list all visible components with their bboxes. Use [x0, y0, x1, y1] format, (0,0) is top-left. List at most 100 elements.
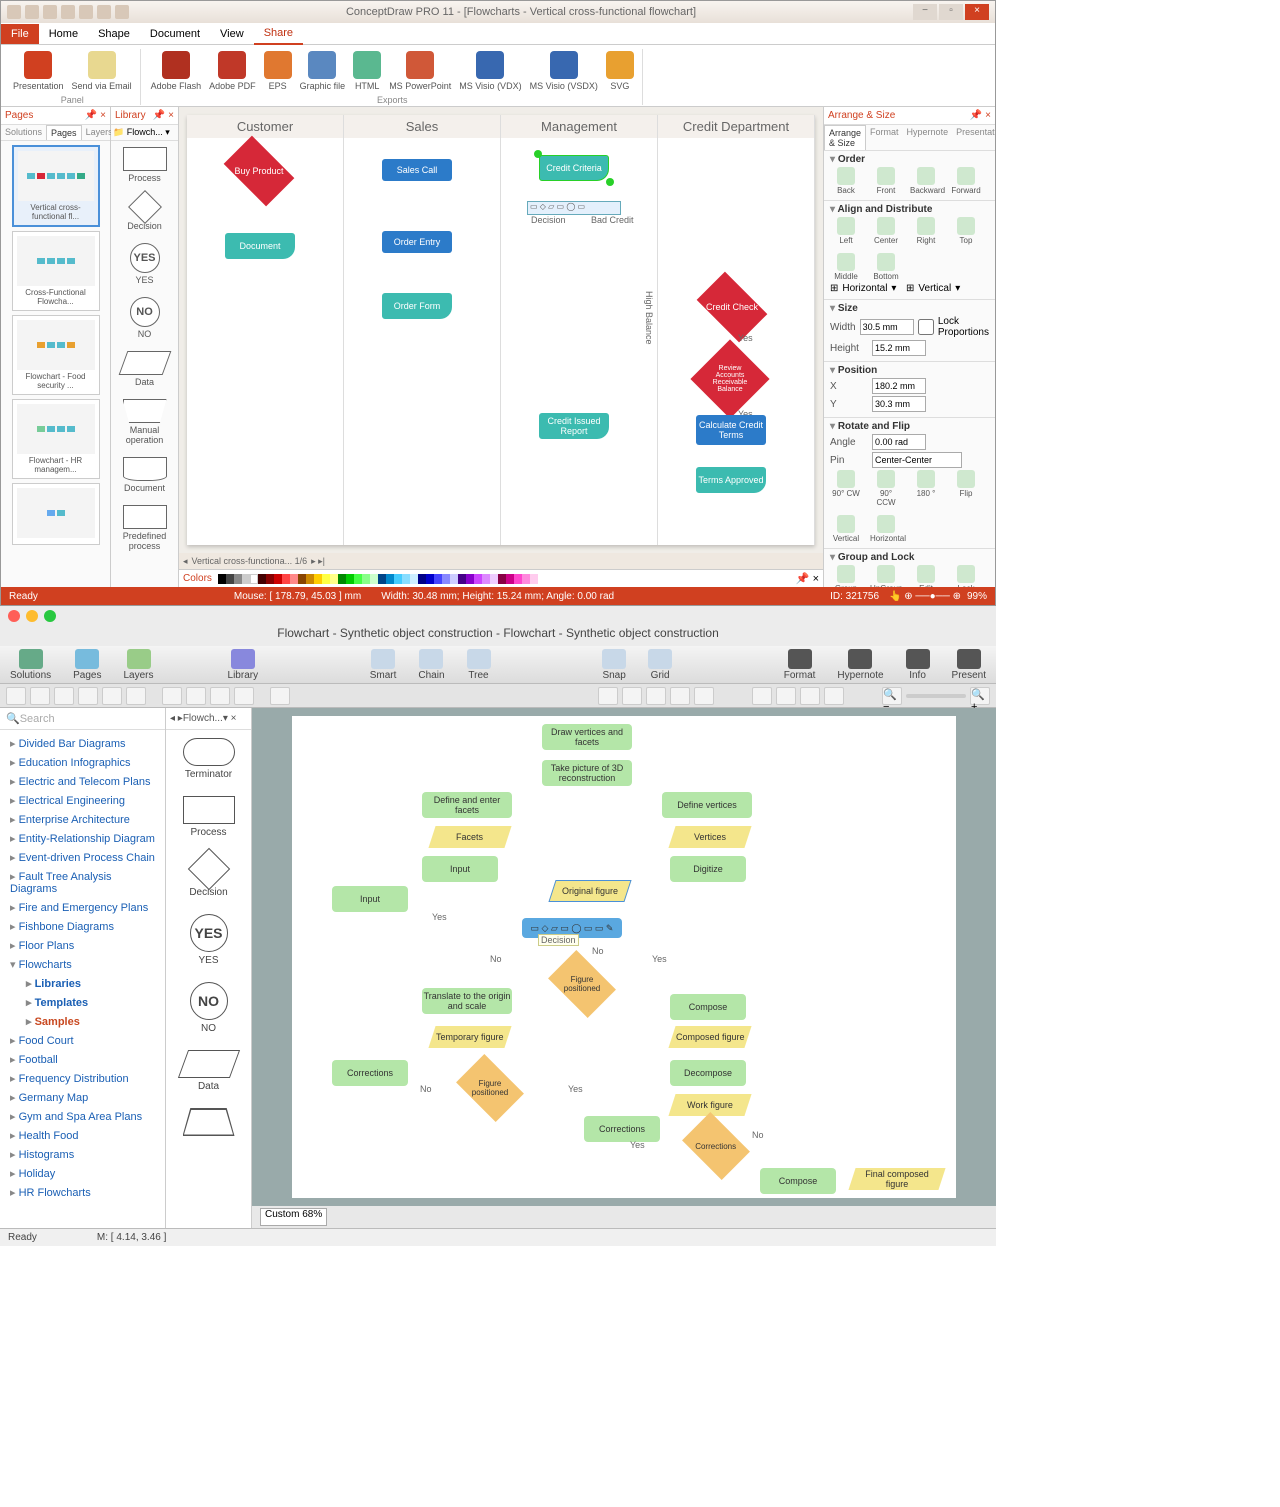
- tree-item[interactable]: Electrical Engineering: [0, 791, 165, 810]
- node[interactable]: Corrections: [584, 1116, 660, 1142]
- shape-tab[interactable]: Shape: [88, 24, 140, 44]
- node[interactable]: Digitize: [670, 856, 746, 882]
- node[interactable]: Figure positioned: [456, 1054, 524, 1122]
- tree-item[interactable]: Histograms: [0, 1145, 165, 1164]
- tree-sub-samples[interactable]: Samples: [0, 1012, 165, 1031]
- colors-pin-icon[interactable]: 📌 ×: [796, 572, 819, 585]
- view-tab[interactable]: View: [210, 24, 254, 44]
- order-back-button[interactable]: Back: [830, 167, 862, 195]
- visio-vdx-button[interactable]: MS Visio (VDX): [455, 49, 525, 93]
- node[interactable]: Draw vertices and facets: [542, 724, 632, 750]
- shape-predefined[interactable]: Predefined process: [111, 499, 178, 557]
- zoom-slider[interactable]: [906, 694, 966, 698]
- node-order-entry[interactable]: Order Entry: [382, 231, 452, 253]
- shape-manual-op[interactable]: Manual operation: [111, 393, 178, 451]
- mac-minimize-button[interactable]: [26, 610, 38, 622]
- node[interactable]: Corrections: [682, 1112, 750, 1180]
- shape-data[interactable]: Data: [111, 345, 178, 393]
- tree-item[interactable]: Entity-Relationship Diagram: [0, 829, 165, 848]
- node[interactable]: Input: [422, 856, 498, 882]
- hypernote-button[interactable]: Hypernote: [837, 649, 883, 681]
- page-thumb[interactable]: Flowchart - Food security ...: [12, 315, 100, 395]
- library-nav[interactable]: ◂ ▸ Flowch... ▾ ×: [166, 708, 251, 730]
- shape-decision[interactable]: Decision: [111, 189, 178, 237]
- pages-button[interactable]: Pages: [73, 649, 101, 681]
- tree-button[interactable]: Tree: [467, 649, 491, 681]
- node[interactable]: Compose: [670, 994, 746, 1020]
- node[interactable]: Composed figure: [668, 1026, 751, 1048]
- node[interactable]: Facets: [428, 826, 511, 848]
- tree-item[interactable]: Fishbone Diagrams: [0, 917, 165, 936]
- tree-item[interactable]: Health Food: [0, 1126, 165, 1145]
- format-button[interactable]: Format: [784, 649, 816, 681]
- shape-yes[interactable]: YESYES: [111, 237, 178, 291]
- mini-toolbar[interactable]: ▭ ◇ ▱ ▭ ◯ ▭: [527, 201, 621, 215]
- solutions-tab[interactable]: Solutions: [1, 125, 46, 140]
- page-thumb[interactable]: [12, 483, 100, 545]
- hypernote-tab[interactable]: Hypernote: [903, 125, 953, 150]
- node[interactable]: Define and enter facets: [422, 792, 512, 818]
- chain-button[interactable]: Chain: [418, 649, 444, 681]
- node-calc-terms[interactable]: Calculate Credit Terms: [696, 415, 766, 445]
- tree-item[interactable]: Floor Plans: [0, 936, 165, 955]
- home-tab[interactable]: Home: [39, 24, 88, 44]
- arrange-tab[interactable]: Arrange & Size: [824, 125, 866, 150]
- node[interactable]: Take picture of 3D reconstruction: [542, 760, 632, 786]
- zoom-out-icon[interactable]: 🔍−: [882, 687, 902, 705]
- pages-subtab[interactable]: Pages: [46, 125, 82, 140]
- maximize-button[interactable]: ▫: [939, 4, 963, 20]
- present-button[interactable]: Present: [952, 649, 986, 681]
- share-tab[interactable]: Share: [254, 23, 303, 45]
- format-tab[interactable]: Format: [866, 125, 903, 150]
- pin-icon[interactable]: 📌 ×: [85, 110, 106, 121]
- canvas[interactable]: Customer Buy Product Document Sales Sale…: [187, 115, 815, 545]
- tree-item[interactable]: Fault Tree Analysis Diagrams: [0, 867, 165, 898]
- tree-item[interactable]: Frequency Distribution: [0, 1069, 165, 1088]
- node-credit-criteria-selected[interactable]: Credit Criteria: [539, 155, 609, 181]
- shape-decision[interactable]: Decision: [166, 846, 251, 906]
- smart-button[interactable]: Smart: [370, 649, 397, 681]
- node-credit-report[interactable]: Credit Issued Report: [539, 413, 609, 439]
- node[interactable]: Input: [332, 886, 408, 912]
- mac-zoom-button[interactable]: [44, 610, 56, 622]
- order-backward-button[interactable]: Backward: [910, 167, 942, 195]
- sheet-tabs[interactable]: ◂ Vertical cross-functiona... 1/6 ▸ ▸|: [179, 553, 823, 569]
- node[interactable]: Compose: [760, 1168, 836, 1194]
- html-button[interactable]: HTML: [349, 49, 385, 93]
- presentation-button[interactable]: Presentation: [9, 49, 68, 93]
- file-tab[interactable]: File: [1, 24, 39, 44]
- library-button[interactable]: Library: [228, 649, 259, 681]
- node[interactable]: Vertices: [668, 826, 751, 848]
- height-input[interactable]: [872, 340, 926, 356]
- node-sales-call[interactable]: Sales Call: [382, 159, 452, 181]
- snap-button[interactable]: Snap: [602, 649, 626, 681]
- node[interactable]: Define vertices: [662, 792, 752, 818]
- layers-button[interactable]: Layers: [124, 649, 154, 681]
- info-button[interactable]: Info: [906, 649, 930, 681]
- node-buy-product[interactable]: Buy Product: [224, 136, 295, 207]
- node[interactable]: Final composed figure: [848, 1168, 945, 1190]
- shape-process[interactable]: Process: [111, 141, 178, 189]
- page-thumb[interactable]: Flowchart - HR managem...: [12, 399, 100, 479]
- node-terms-approved[interactable]: Terms Approved: [696, 467, 766, 493]
- y-input[interactable]: [872, 396, 926, 412]
- angle-input[interactable]: [872, 434, 926, 450]
- tree-item[interactable]: Football: [0, 1050, 165, 1069]
- shape-terminator[interactable]: Terminator: [166, 730, 251, 788]
- order-forward-button[interactable]: Forward: [950, 167, 982, 195]
- shape-no[interactable]: NONO: [111, 291, 178, 345]
- node[interactable]: Temporary figure: [428, 1026, 511, 1048]
- node[interactable]: Translate to the origin and scale: [422, 988, 512, 1014]
- tree-item[interactable]: Divided Bar Diagrams: [0, 734, 165, 753]
- minimize-button[interactable]: −: [913, 4, 937, 20]
- width-input[interactable]: [860, 319, 914, 335]
- node[interactable]: Decompose: [670, 1060, 746, 1086]
- shape-trap[interactable]: [166, 1100, 251, 1147]
- solutions-button[interactable]: Solutions: [10, 649, 51, 681]
- node[interactable]: Figure positioned: [548, 950, 616, 1018]
- search-field[interactable]: 🔍 Search: [0, 708, 165, 730]
- tree-item[interactable]: HR Flowcharts: [0, 1183, 165, 1202]
- adobe-pdf-button[interactable]: Adobe PDF: [205, 49, 260, 93]
- send-email-button[interactable]: Send via Email: [68, 49, 136, 93]
- library-dropdown[interactable]: 📁 Flowch... ▾: [111, 125, 178, 141]
